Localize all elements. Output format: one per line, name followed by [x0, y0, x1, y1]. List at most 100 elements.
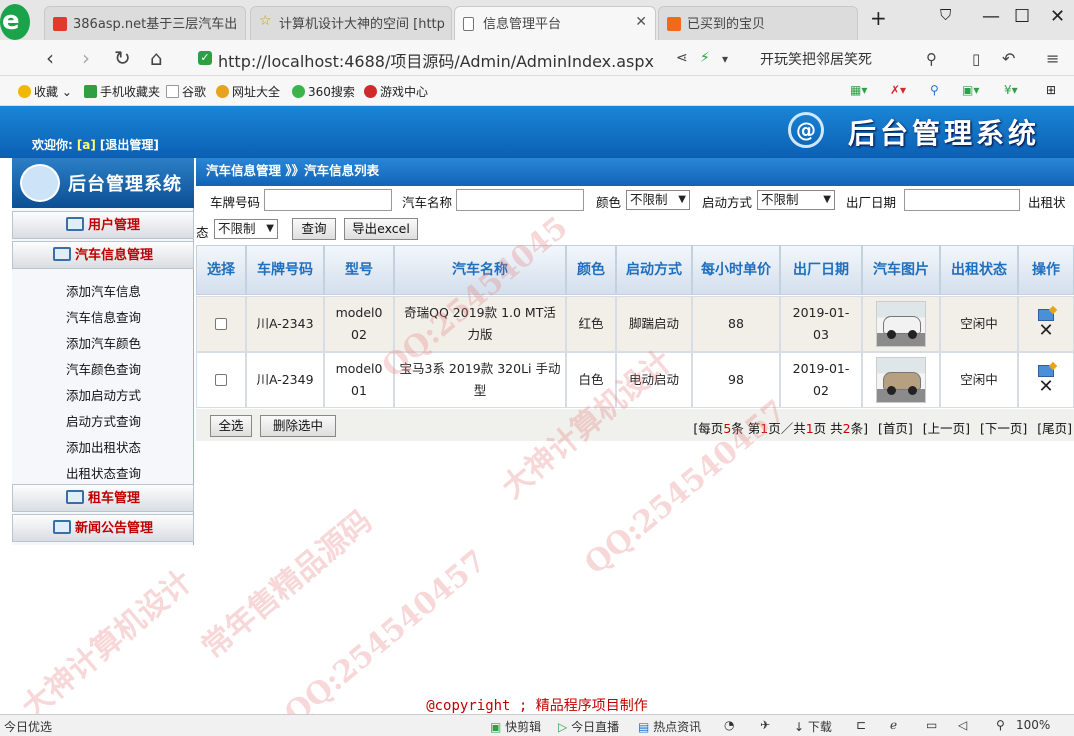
- lightning-icon[interactable]: ⚡: [700, 50, 710, 66]
- back-icon[interactable]: ‹: [46, 46, 54, 70]
- first-page-link[interactable]: [首页]: [878, 421, 913, 436]
- status-item[interactable]: ↓ 下载: [794, 718, 832, 735]
- game-pad-icon[interactable]: ▣▾: [962, 83, 979, 97]
- query-button[interactable]: 查询: [292, 218, 336, 240]
- search-tool-icon[interactable]: ⚲: [930, 83, 939, 97]
- home-icon[interactable]: ⌂: [150, 46, 163, 70]
- sidebar-group-rental[interactable]: 租车管理: [12, 484, 194, 512]
- sidebar-item-car-query[interactable]: 汽车信息查询: [66, 307, 141, 326]
- color-select[interactable]: 不限制 ▼: [626, 190, 690, 210]
- select-value: 不限制: [761, 192, 799, 207]
- edit-icon[interactable]: [1038, 309, 1054, 321]
- group-label: 新闻公告管理: [74, 521, 153, 536]
- search-icon[interactable]: ⚲: [926, 50, 937, 68]
- plate-input[interactable]: [264, 189, 392, 211]
- browser-tab[interactable]: ☆ 计算机设计大神的空间 [http: [250, 6, 452, 40]
- status-item[interactable]: ▤ 热点资讯: [638, 718, 701, 735]
- zoom-icon[interactable]: ⚲: [996, 718, 1005, 732]
- total-records: 2: [842, 421, 851, 436]
- bookmark-sites[interactable]: 网址大全: [216, 83, 280, 100]
- sidebar-item-add-rent-status[interactable]: 添加出租状态: [66, 437, 141, 456]
- bookmark-360[interactable]: 360搜索: [292, 83, 355, 100]
- cell-price: 88: [692, 296, 780, 352]
- cell-plate: 川A-2343: [246, 296, 324, 352]
- menu-icon[interactable]: ≡: [1046, 49, 1059, 68]
- volume-icon[interactable]: ◁: [958, 718, 967, 732]
- bookmark-games[interactable]: 游戏中心: [364, 83, 428, 100]
- minimize-icon[interactable]: —: [982, 6, 1000, 27]
- bookmark-google[interactable]: 谷歌: [166, 83, 206, 100]
- table-footer: 全选 删除选中 [每页5条 第1页／共1页 共2条] [首页] [上一页] [下…: [196, 409, 1074, 441]
- browser-tab[interactable]: 已买到的宝贝: [658, 6, 858, 40]
- sidebar-item-add-color[interactable]: 添加汽车颜色: [66, 333, 141, 352]
- octopus-logo-icon: [20, 164, 60, 202]
- edit-icon[interactable]: [1038, 365, 1054, 377]
- delete-icon[interactable]: ✕: [1038, 378, 1053, 396]
- search-input[interactable]: 开玩笑把邻居笑死: [760, 49, 872, 69]
- close-tab-icon[interactable]: ✕: [635, 14, 647, 30]
- new-tab-icon[interactable]: +: [870, 6, 887, 30]
- window-icon[interactable]: ▭: [926, 718, 937, 732]
- sidebar-item-color-query[interactable]: 汽车颜色查询: [66, 359, 141, 378]
- sidebar-group-users[interactable]: 用户管理: [12, 211, 194, 239]
- pager-text: 条]: [850, 421, 868, 436]
- dropdown-arrow-icon: ▼: [678, 194, 686, 205]
- reading-mode-icon[interactable]: ▯: [972, 50, 980, 68]
- screen-icon[interactable]: ⊏: [856, 718, 866, 732]
- play-icon: ▷: [558, 720, 568, 734]
- forward-icon[interactable]: ›: [82, 46, 90, 70]
- sidebar-group-news[interactable]: 新闻公告管理: [12, 514, 194, 542]
- game-icon: [364, 85, 377, 98]
- tab-label: 已买到的宝贝: [687, 17, 766, 32]
- sidebar-item-rent-status-query[interactable]: 出租状态查询: [66, 463, 141, 482]
- close-window-icon[interactable]: ✕: [1050, 6, 1065, 27]
- row-checkbox[interactable]: [215, 374, 227, 386]
- cell-plate: 川A-2349: [246, 352, 324, 408]
- start-select[interactable]: 不限制 ▼: [757, 190, 835, 210]
- car-name-input[interactable]: [456, 189, 584, 211]
- shirt-skin-icon[interactable]: ⛉: [940, 6, 951, 24]
- logout-link[interactable]: [退出管理]: [100, 138, 159, 152]
- delete-selected-button[interactable]: 删除选中: [260, 415, 336, 437]
- rent-status-select[interactable]: 不限制 ▼: [214, 219, 278, 239]
- row-checkbox[interactable]: [215, 318, 227, 330]
- col-header-plate: 车牌号码: [246, 245, 324, 295]
- export-excel-button[interactable]: 导出excel: [344, 218, 418, 240]
- browser-tab-active[interactable]: 信息管理平台 ✕: [454, 6, 656, 40]
- prev-page-link[interactable]: [上一页]: [923, 421, 970, 436]
- undo-icon[interactable]: ↶: [1002, 49, 1015, 68]
- sidebar-item-start-query[interactable]: 启动方式查询: [66, 411, 141, 430]
- sidebar-group-cars[interactable]: 汽车信息管理: [12, 241, 194, 269]
- zoom-level[interactable]: 100%: [1016, 718, 1050, 732]
- car-thumbnail[interactable]: [876, 357, 926, 403]
- ie-icon[interactable]: ℯ: [890, 718, 897, 732]
- status-item[interactable]: ▣ 快剪辑: [490, 718, 541, 735]
- cell-actions: ✕: [1018, 296, 1074, 352]
- status-today-picks[interactable]: 今日优选: [4, 718, 52, 735]
- sidebar-item-add-start[interactable]: 添加启动方式: [66, 385, 141, 404]
- bookmark-favorites[interactable]: 收藏 ⌄: [18, 83, 72, 100]
- chevron-down-icon[interactable]: ▾: [722, 52, 728, 66]
- pin-icon[interactable]: ✈: [760, 718, 770, 732]
- delete-icon[interactable]: ✕: [1038, 322, 1053, 340]
- translate-icon[interactable]: ▦▾: [850, 83, 867, 97]
- status-item[interactable]: ▷ 今日直播: [558, 718, 619, 735]
- share-icon[interactable]: ⋖: [676, 50, 688, 66]
- refresh-icon[interactable]: ↻: [114, 46, 131, 70]
- cell-start: 电动启动: [616, 352, 692, 408]
- next-page-link[interactable]: [下一页]: [980, 421, 1027, 436]
- sidebar-item-add-car[interactable]: 添加汽车信息: [66, 281, 141, 300]
- 360-icon: [292, 85, 305, 98]
- date-input[interactable]: [904, 189, 1020, 211]
- car-thumbnail[interactable]: [876, 301, 926, 347]
- select-all-button[interactable]: 全选: [210, 415, 252, 437]
- yen-icon[interactable]: ¥▾: [1004, 83, 1018, 97]
- url-field[interactable]: ✓ http://localhost:4688/项目源码/Admin/Admin…: [192, 44, 752, 72]
- bookmark-mobile[interactable]: 手机收藏夹: [84, 83, 160, 100]
- block-icon[interactable]: ✗▾: [890, 83, 906, 97]
- last-page-link[interactable]: [尾页]: [1037, 421, 1072, 436]
- apps-grid-icon[interactable]: ⊞: [1046, 83, 1056, 97]
- speed-icon[interactable]: ◔: [724, 718, 734, 732]
- maximize-icon[interactable]: ☐: [1014, 6, 1030, 27]
- browser-tab[interactable]: 386asp.net基于三层汽车出: [44, 6, 246, 40]
